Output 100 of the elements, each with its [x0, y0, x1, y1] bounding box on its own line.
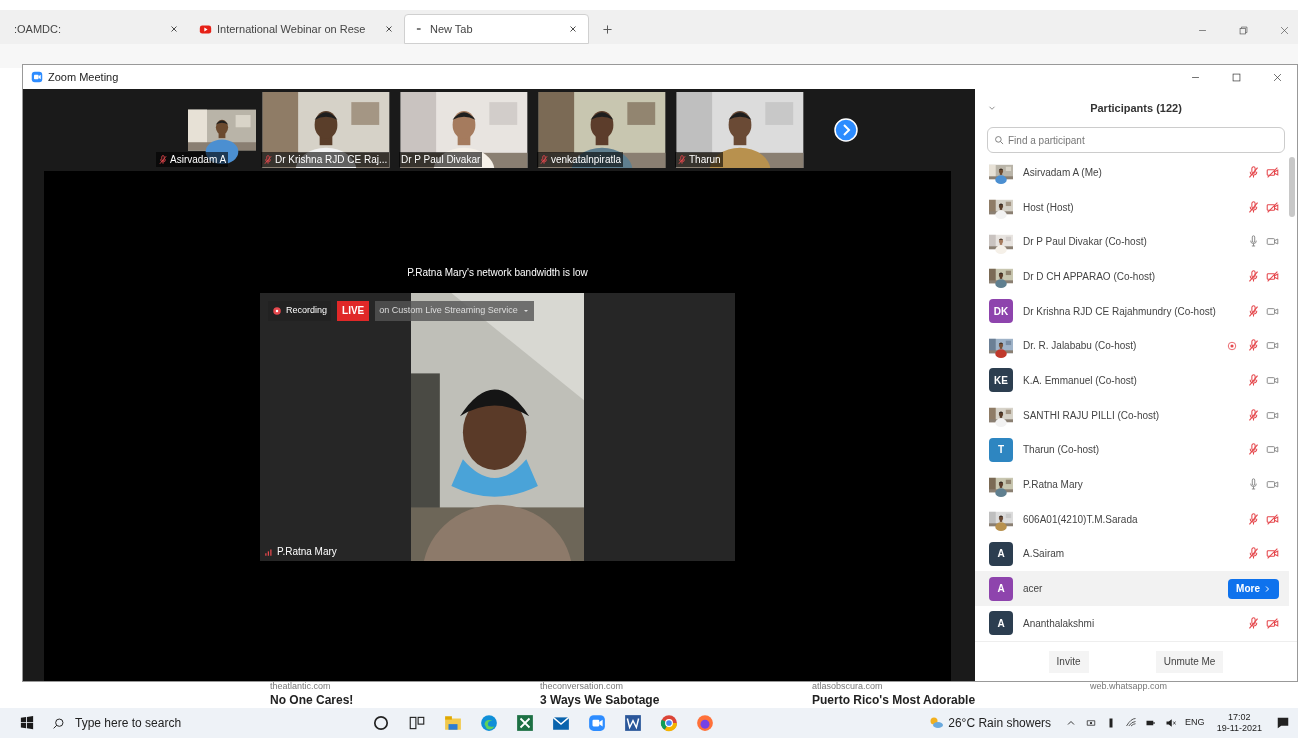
- camera-off-icon[interactable]: [1266, 616, 1279, 630]
- close-icon[interactable]: [1272, 71, 1283, 83]
- site-name[interactable]: theatlantic.com: [270, 682, 354, 691]
- notifications-icon[interactable]: [1276, 716, 1290, 730]
- clock[interactable]: 17:02 19-11-2021: [1216, 712, 1262, 734]
- muted-mic-icon[interactable]: [1247, 512, 1260, 526]
- muted-mic-icon[interactable]: [1247, 269, 1260, 283]
- restore-icon[interactable]: [1238, 25, 1249, 36]
- language-indicator[interactable]: ENG: [1185, 716, 1205, 730]
- participant-name: Dr Krishna RJD CE Raj...: [275, 153, 388, 167]
- mic-icon[interactable]: [1247, 478, 1260, 492]
- participant-row[interactable]: T Tharun (Co-host): [975, 432, 1289, 468]
- footer-button[interactable]: Unmute Me: [1155, 650, 1224, 673]
- muted-mic-icon[interactable]: [1247, 200, 1260, 214]
- scrollbar-thumb[interactable]: [1289, 157, 1295, 217]
- muted-mic-icon[interactable]: [1247, 616, 1260, 630]
- mic-icon[interactable]: [1247, 235, 1260, 249]
- muted-mic-icon[interactable]: [1247, 547, 1260, 561]
- muted-mic-icon[interactable]: [1247, 304, 1260, 318]
- participant-name: Ananthalakshmi: [1023, 616, 1096, 631]
- participant-row[interactable]: 606A01(4210)T.M.Sarada: [975, 501, 1289, 537]
- muted-mic-icon[interactable]: [1247, 339, 1260, 353]
- participant-row[interactable]: A A.Sairam: [975, 536, 1289, 572]
- spreadsheet-icon[interactable]: [516, 714, 534, 732]
- participant-name: Dr Krishna RJD CE Rajahmundry (Co-host): [1023, 304, 1217, 319]
- weather-widget[interactable]: 26°C Rain showers: [928, 714, 1052, 732]
- weather-icon: [928, 715, 945, 731]
- participant-row[interactable]: A Ananthalakshmi: [975, 605, 1289, 641]
- participant-name: P.Ratna Mary: [277, 545, 337, 559]
- participant-row[interactable]: P.Ratna Mary: [975, 467, 1289, 502]
- participant-row[interactable]: A acer More: [975, 571, 1289, 606]
- camera-off-icon[interactable]: [1266, 200, 1279, 214]
- participant-name: acer: [1023, 582, 1044, 597]
- browser-tab[interactable]: International Webinar on Rese: [189, 14, 404, 44]
- participant-name: Asirvadam A (Me): [1023, 165, 1103, 180]
- browser-tab[interactable]: New Tab: [404, 14, 589, 44]
- stream-dropdown[interactable]: on Custom Live Streaming Service: [375, 301, 534, 321]
- participant-name: Dr. R. Jalababu (Co-host): [1023, 339, 1138, 354]
- participant-row[interactable]: Dr D CH APPARAO (Co-host): [975, 259, 1289, 294]
- site-name[interactable]: web.whatsapp.com: [1090, 682, 1168, 691]
- footer-button[interactable]: Invite: [1048, 650, 1089, 673]
- task-view-icon[interactable]: [408, 714, 426, 732]
- taskbar-search[interactable]: Type here to search: [52, 714, 332, 732]
- speaker-muted-icon[interactable]: [1165, 717, 1178, 729]
- more-button[interactable]: More: [1228, 578, 1279, 599]
- close-icon[interactable]: [568, 24, 578, 34]
- article-title[interactable]: 3 Ways We Sabotage: [540, 694, 660, 706]
- participant-row[interactable]: Asirvadam A (Me): [975, 155, 1289, 190]
- close-icon[interactable]: [169, 24, 179, 34]
- recording-icon: [272, 306, 282, 316]
- browser-icon[interactable]: [480, 714, 498, 732]
- participant-row[interactable]: Dr. R. Jalababu (Co-host): [975, 328, 1289, 364]
- camera-off-icon[interactable]: [1266, 547, 1279, 561]
- search-icon: [52, 716, 65, 730]
- cortana-icon[interactable]: [372, 714, 390, 732]
- muted-mic-icon[interactable]: [1247, 408, 1260, 422]
- avatar: A: [989, 541, 1013, 566]
- camera-off-icon[interactable]: [1266, 165, 1279, 179]
- participant-name: A.Sairam: [1023, 547, 1066, 562]
- avatar: DK: [989, 299, 1013, 324]
- search-icon: [994, 135, 1004, 145]
- browser-tab[interactable]: :OAMDC:: [4, 14, 189, 44]
- document-icon[interactable]: [624, 714, 642, 732]
- participant-name: 606A01(4210)T.M.Sarada: [1023, 512, 1139, 527]
- participant-name: Asirvadam A: [170, 153, 227, 167]
- wifi-icon[interactable]: [1125, 717, 1138, 729]
- camera-off-icon[interactable]: [1266, 269, 1279, 283]
- participant-name: SANTHI RAJU PILLI (Co-host): [1023, 408, 1161, 423]
- muted-mic-icon[interactable]: [1247, 373, 1260, 387]
- folder-icon[interactable]: [444, 714, 462, 732]
- article-title[interactable]: Puerto Rico's Most Adorable: [812, 694, 976, 706]
- participant-row[interactable]: Dr P Paul Divakar (Co-host): [975, 224, 1289, 260]
- article-title[interactable]: No One Cares!: [270, 694, 354, 706]
- tab-title: International Webinar on Rese: [217, 21, 367, 37]
- participant-name: K.A. Emmanuel (Co-host): [1023, 373, 1138, 388]
- avatar: A: [989, 576, 1013, 601]
- participant-row[interactable]: KE K.A. Emmanuel (Co-host): [975, 363, 1289, 398]
- search-field[interactable]: Find a participant: [987, 127, 1285, 153]
- muted-mic-icon[interactable]: [1247, 443, 1260, 457]
- camera-off-icon[interactable]: [1266, 512, 1279, 526]
- start-button[interactable]: [20, 716, 34, 730]
- recording-label: Recording: [286, 304, 328, 318]
- next-page-button[interactable]: [834, 118, 858, 142]
- participant-row[interactable]: DK Dr Krishna RJD CE Rajahmundry (Co-host): [975, 293, 1289, 329]
- muted-mic-icon[interactable]: [1247, 165, 1260, 179]
- participant-row[interactable]: SANTHI RAJU PILLI (Co-host): [975, 397, 1289, 433]
- video-call-icon[interactable]: [588, 714, 606, 732]
- mail-icon[interactable]: [552, 714, 570, 732]
- close-icon[interactable]: [384, 24, 394, 34]
- participant-name: Dr D CH APPARAO (Co-host): [1023, 269, 1157, 284]
- site-name[interactable]: atlasobscura.com: [812, 682, 976, 691]
- tab-title: New Tab: [430, 21, 474, 37]
- new-tab-icon[interactable]: [601, 23, 614, 36]
- app-icon: [31, 71, 43, 83]
- avatar: T: [989, 437, 1013, 462]
- live-badge: LIVE: [337, 301, 370, 321]
- avatar: KE: [989, 368, 1013, 393]
- maximize-icon[interactable]: [1231, 71, 1242, 83]
- site-name[interactable]: theconversation.com: [540, 682, 660, 691]
- participant-row[interactable]: Host (Host): [975, 189, 1289, 225]
